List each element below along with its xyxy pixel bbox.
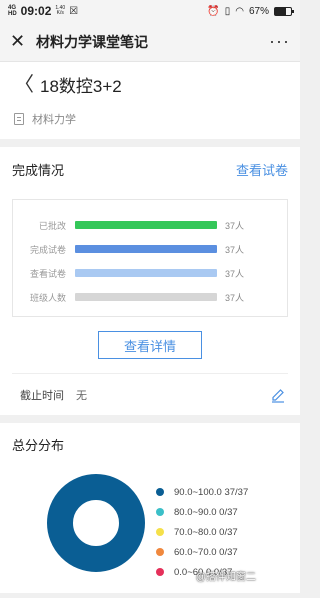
deadline-label: 截止时间 bbox=[20, 389, 64, 402]
completion-bars: 已批改 37人 完成试卷 37人 查看试卷 37人 班级人数 37人 bbox=[12, 199, 288, 317]
deadline-value: 无 bbox=[76, 389, 87, 402]
distribution-legend: 90.0~100.0 37/37 80.0~90.0 0/37 70.0~80.… bbox=[156, 482, 248, 582]
battery-percent: 67% bbox=[248, 5, 269, 17]
bar-fill bbox=[75, 269, 217, 277]
bar-row-class-size: 班级人数 37人 bbox=[23, 290, 277, 304]
speed-unit: K/s bbox=[56, 10, 64, 16]
bar-label: 已批改 bbox=[38, 220, 66, 231]
nav-title: 材料力学课堂笔记 bbox=[36, 33, 148, 50]
page-title: 18数控3+2 bbox=[40, 77, 122, 96]
legend-range: 70.0~80.0 bbox=[174, 526, 217, 538]
bar-fill bbox=[75, 293, 217, 301]
bar-count: 37人 bbox=[225, 268, 245, 279]
legend-count: 0/37 bbox=[219, 506, 238, 518]
title-card: 〈 18数控3+2 材料力学 bbox=[0, 62, 300, 139]
legend-item: 90.0~100.0 37/37 bbox=[156, 482, 248, 502]
edit-pencil-icon[interactable] bbox=[270, 387, 286, 403]
network-indicator: 4G HD bbox=[8, 5, 17, 17]
legend-dot bbox=[156, 488, 164, 496]
legend-count: 0/37 bbox=[219, 546, 238, 558]
legend-count: 37/37 bbox=[224, 486, 249, 498]
status-time: 09:02 bbox=[20, 4, 52, 18]
legend-item: 80.0~90.0 0/37 bbox=[156, 502, 248, 522]
battery-fill bbox=[275, 7, 286, 15]
subject-name: 材料力学 bbox=[32, 114, 76, 126]
app-notification-icon: ☒ bbox=[69, 5, 79, 17]
completion-card: 完成情况 查看试卷 已批改 37人 完成试卷 37人 查看试卷 37人 班级人数… bbox=[0, 147, 300, 415]
legend-range: 80.0~90.0 bbox=[174, 506, 217, 518]
bar-label: 完成试卷 bbox=[29, 244, 66, 255]
donut-segment-90-100 bbox=[47, 474, 145, 572]
bar-count: 37人 bbox=[225, 220, 245, 231]
wifi-icon: ◠ bbox=[235, 5, 244, 17]
more-icon[interactable]: ··· bbox=[269, 31, 290, 52]
network-sub: HD bbox=[8, 11, 17, 17]
close-icon[interactable]: ✕ bbox=[10, 31, 30, 52]
bar-label: 查看试卷 bbox=[29, 268, 66, 279]
vibrate-icon: ▯ bbox=[224, 5, 231, 17]
document-icon bbox=[14, 113, 24, 125]
back-arrow-icon[interactable]: 〈 bbox=[14, 75, 34, 95]
bar-count: 37人 bbox=[225, 244, 245, 255]
bar-row-viewed: 查看试卷 37人 bbox=[23, 266, 277, 280]
legend-dot bbox=[156, 508, 164, 516]
legend-range: 90.0~100.0 bbox=[174, 486, 222, 498]
bar-fill bbox=[75, 245, 217, 253]
watermark: @搭伴知窗二 bbox=[195, 572, 256, 583]
distribution-card: 总分分布 90.0~100.0 37/37 80.0~90.0 0/37 70.… bbox=[0, 423, 300, 593]
legend-item: 60.0~70.0 0/37 bbox=[156, 542, 248, 562]
bar-label: 班级人数 bbox=[29, 292, 66, 303]
nav-bar: ✕ 材料力学课堂笔记 ··· bbox=[0, 22, 300, 62]
legend-dot bbox=[156, 568, 164, 576]
alarm-icon: ⏰ bbox=[207, 5, 220, 17]
score-donut-chart bbox=[47, 474, 145, 572]
legend-dot bbox=[156, 528, 164, 536]
view-paper-link[interactable]: 查看试卷 bbox=[236, 160, 288, 179]
bar-row-completed: 完成试卷 37人 bbox=[23, 242, 277, 256]
view-details-button[interactable]: 查看详情 bbox=[98, 331, 202, 359]
speed-indicator: 1.40 K/s bbox=[55, 6, 65, 16]
legend-dot bbox=[156, 548, 164, 556]
legend-count: 0/37 bbox=[219, 526, 238, 538]
legend-range: 60.0~70.0 bbox=[174, 546, 217, 558]
bar-row-graded: 已批改 37人 bbox=[23, 218, 277, 232]
distribution-heading: 总分分布 bbox=[12, 438, 65, 453]
deadline-row: 截止时间 无 bbox=[12, 373, 288, 415]
status-bar: 4G HD 09:02 1.40 K/s ☒ ⏰ ▯ ◠ 67% bbox=[0, 0, 300, 22]
bar-count: 37人 bbox=[225, 292, 245, 303]
completion-heading: 完成情况 bbox=[12, 162, 65, 178]
bar-fill bbox=[75, 221, 217, 229]
battery-icon bbox=[274, 6, 294, 16]
legend-item: 70.0~80.0 0/37 bbox=[156, 522, 248, 542]
